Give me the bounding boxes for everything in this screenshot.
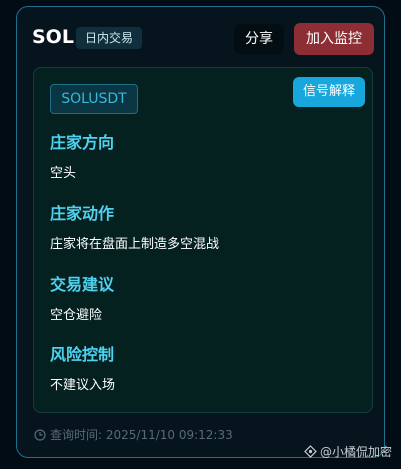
signal-card: SOL 日内交易 分享 加入监控 SOLUSDT 信号解释 庄家方向 空头 庄家…: [16, 6, 385, 458]
section-title-advice: 交易建议: [50, 275, 115, 294]
watermark-icon: [304, 445, 317, 463]
card-header: SOL 日内交易 分享 加入监控: [17, 7, 384, 67]
clock-icon: [34, 428, 46, 446]
symbol-title: SOL: [32, 26, 74, 48]
section-title-action: 庄家动作: [50, 204, 115, 223]
query-time-text: 查询时间: 2025/11/10 09:12:33: [50, 428, 233, 442]
add-monitor-button[interactable]: 加入监控: [294, 23, 374, 55]
signal-panel: SOLUSDT 信号解释 庄家方向 空头 庄家动作 庄家将在盘面上制造多空混战 …: [33, 67, 373, 413]
pair-badge: SOLUSDT: [50, 84, 138, 114]
section-title-direction: 庄家方向: [50, 133, 115, 152]
share-button[interactable]: 分享: [234, 24, 284, 54]
section-value-advice: 空仓避险: [50, 308, 103, 323]
section-value-direction: 空头: [50, 166, 77, 181]
watermark: @小橘侃加密: [304, 443, 392, 463]
section-value-risk: 不建议入场: [50, 378, 116, 393]
section-title-risk: 风险控制: [50, 345, 115, 364]
section-value-action: 庄家将在盘面上制造多空混战: [50, 237, 220, 252]
signal-explain-button[interactable]: 信号解释: [293, 77, 365, 107]
query-time-row: 查询时间: 2025/11/10 09:12:33: [34, 426, 233, 444]
trade-type-badge: 日内交易: [76, 27, 143, 49]
watermark-text: @小橘侃加密: [320, 445, 393, 459]
